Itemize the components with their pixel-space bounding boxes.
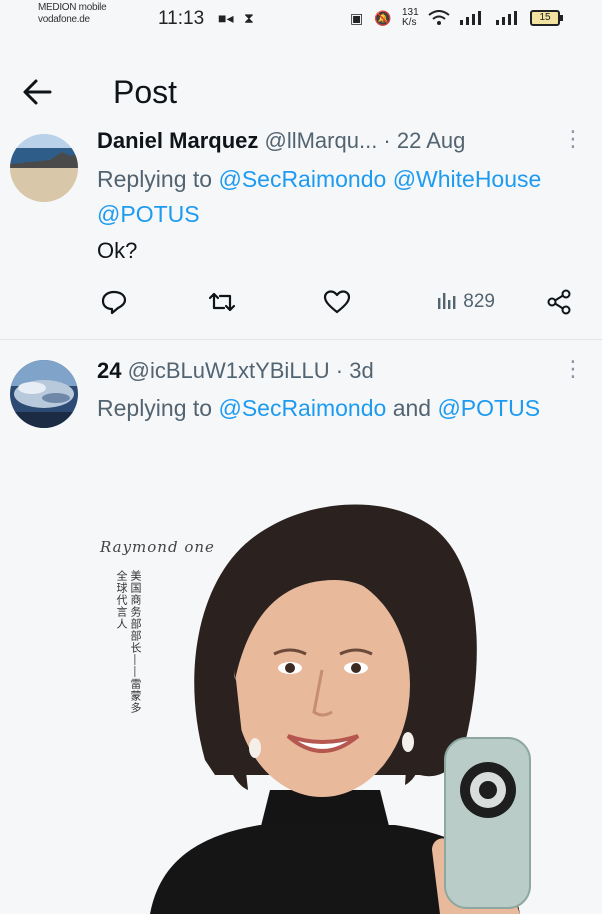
avatar[interactable]	[10, 360, 78, 428]
replying-to-line: Replying to @SecRaimondo @WhiteHouse @PO…	[97, 166, 542, 227]
mention-link[interactable]: @WhiteHouse	[393, 166, 542, 192]
mention-link[interactable]: @POTUS	[437, 395, 540, 421]
arrow-left-icon	[23, 79, 52, 105]
handle-and-time: @llMarqu... · 22 Aug	[264, 128, 466, 153]
handle-and-time: @icBLuW1xtYBiLLU · 3d	[127, 358, 374, 383]
like-icon[interactable]	[322, 288, 352, 321]
wifi-icon	[428, 10, 450, 29]
tweet-actions: 829	[0, 282, 602, 322]
reply-icon[interactable]	[100, 288, 128, 321]
signal-icon	[494, 10, 518, 29]
page-title: Post	[113, 74, 178, 110]
hourglass-icon: ⧗	[244, 10, 254, 26]
status-bar: MEDION mobile vodafone.de 11:13 ■◂ ⧗ ▣ 🔕…	[0, 0, 602, 40]
mention-link[interactable]: @POTUS	[97, 201, 200, 227]
tweet-text: Ok?	[97, 238, 138, 263]
share-icon[interactable]	[546, 288, 574, 321]
more-options-icon[interactable]: ⋮	[562, 126, 584, 152]
video-icon: ■◂	[218, 10, 234, 26]
post-header: Post	[0, 64, 602, 120]
mention-link[interactable]: @SecRaimondo	[218, 166, 386, 192]
more-options-icon[interactable]: ⋮	[562, 356, 584, 382]
net-speed: 131 K/s	[402, 7, 419, 28]
tweet-author: Daniel Marquez @llMarqu... · 22 Aug	[97, 128, 465, 154]
repost-icon[interactable]	[207, 288, 237, 321]
tweet-media-image[interactable]: Raymond one 全球代言人 美国商务部部长——雷蒙多	[0, 430, 602, 914]
carrier-label: MEDION mobile vodafone.de	[38, 2, 107, 25]
views-count[interactable]: 829	[436, 290, 495, 313]
analytics-icon	[438, 293, 456, 309]
signal-icon	[458, 10, 482, 29]
tweet-item[interactable]: 24 @icBLuW1xtYBiLLU · 3d ⋮ Replying to @…	[0, 340, 602, 914]
replying-to-line: Replying to @SecRaimondo and @POTUS	[97, 395, 541, 421]
mention-link[interactable]: @SecRaimondo	[218, 395, 386, 421]
vibrate-icon: ▣	[350, 10, 364, 26]
tweet-item[interactable]: Daniel Marquez @llMarqu... · 22 Aug ⋮ Re…	[0, 122, 602, 340]
display-name[interactable]: Daniel Marquez	[97, 128, 258, 153]
mute-icon: 🔕	[374, 10, 392, 26]
status-time: 11:13	[158, 8, 205, 29]
avatar[interactable]	[10, 134, 78, 202]
tweet-author: 24 @icBLuW1xtYBiLLU · 3d	[97, 358, 374, 384]
display-name[interactable]: 24	[97, 358, 121, 383]
battery-icon: 15	[530, 10, 563, 26]
back-button[interactable]	[20, 74, 56, 110]
portrait-illustration	[150, 504, 531, 914]
